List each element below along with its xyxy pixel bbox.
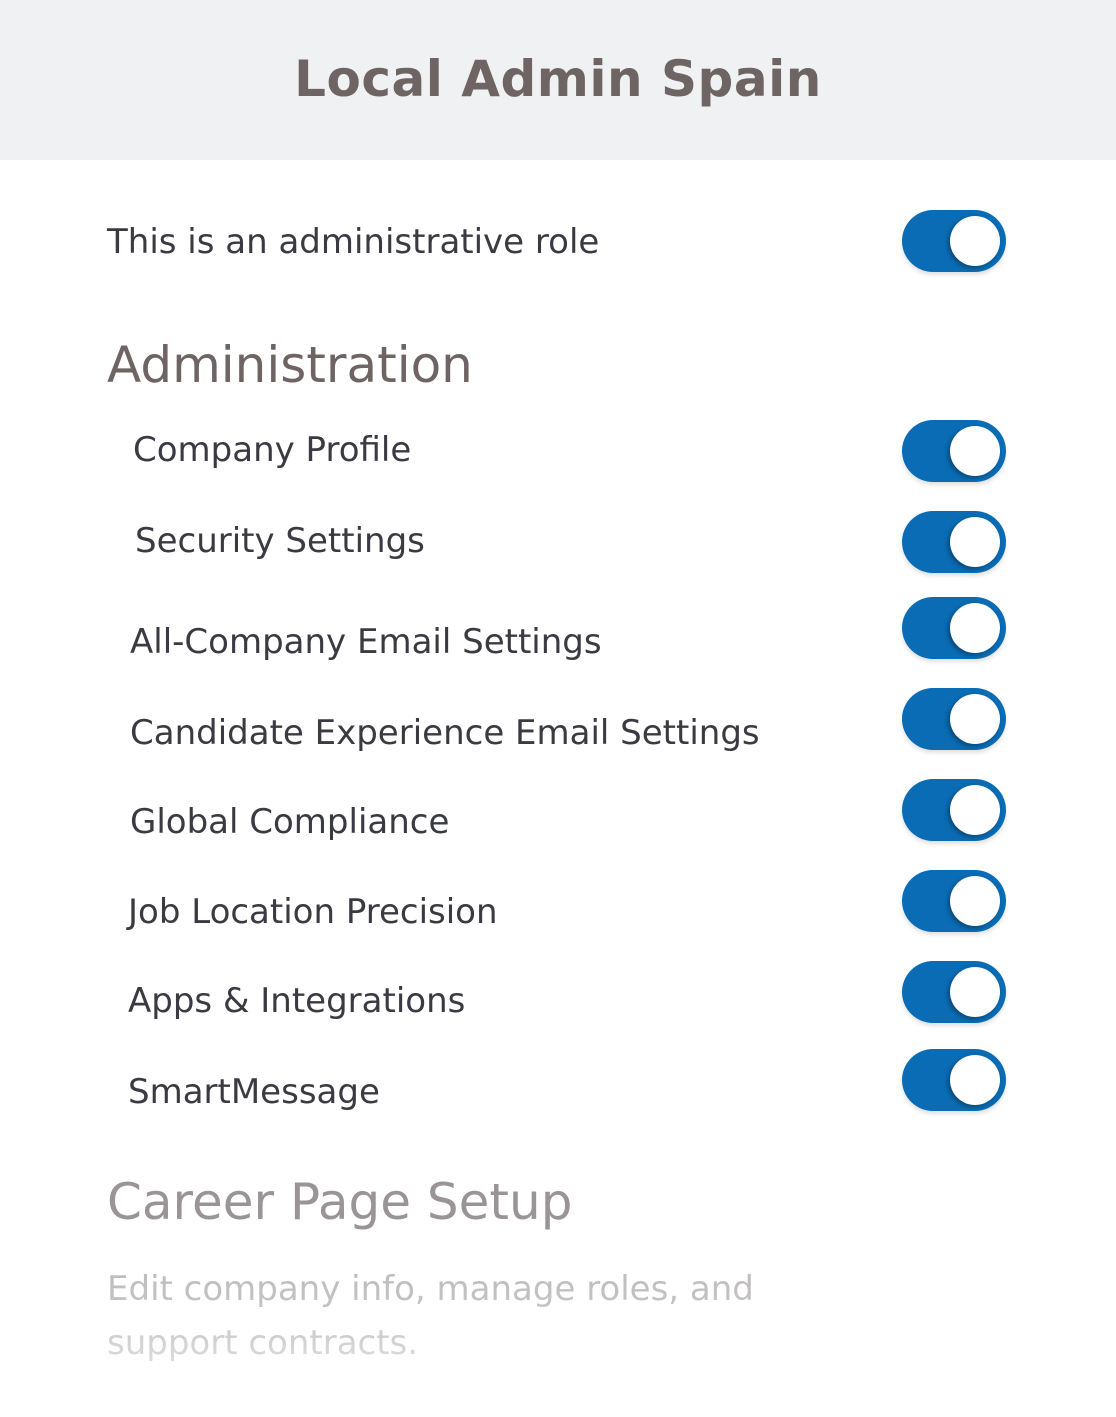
toggle-knob [950,216,1000,266]
admin-role-toggle[interactable] [902,210,1006,272]
toggle-knob [950,967,1000,1017]
toggle-knob [950,876,1000,926]
permission-label: Job Location Precision [128,892,498,932]
toggle-knob [950,517,1000,567]
role-title: Local Admin Spain [294,50,822,108]
toggle-knob [950,694,1000,744]
global-compliance-toggle[interactable] [902,779,1006,841]
permission-label: Apps & Integrations [128,981,466,1021]
job-location-precision-toggle[interactable] [902,870,1006,932]
toggle-knob [950,426,1000,476]
company-profile-toggle[interactable] [902,420,1006,482]
candidate-experience-email-toggle[interactable] [902,688,1006,750]
permission-label: Company Profile [133,430,412,470]
apps-integrations-toggle[interactable] [902,961,1006,1023]
career-page-setup-description: Edit company info, manage roles, and sup… [107,1262,807,1370]
toggle-knob [950,603,1000,653]
smartmessage-toggle[interactable] [902,1049,1006,1111]
section-title-career-page-setup: Career Page Setup [107,1173,573,1231]
section-title-administration: Administration [107,336,473,394]
toggle-knob [950,785,1000,835]
permission-label: Security Settings [135,521,425,561]
page-header: Local Admin Spain [0,0,1116,160]
toggle-knob [950,1055,1000,1105]
permission-label: SmartMessage [128,1072,380,1112]
security-settings-toggle[interactable] [902,511,1006,573]
all-company-email-toggle[interactable] [902,597,1006,659]
permission-label: Global Compliance [130,802,450,842]
permission-label: All-Company Email Settings [130,622,602,662]
permission-label: Candidate Experience Email Settings [130,713,760,753]
admin-role-label: This is an administrative role [107,222,600,262]
